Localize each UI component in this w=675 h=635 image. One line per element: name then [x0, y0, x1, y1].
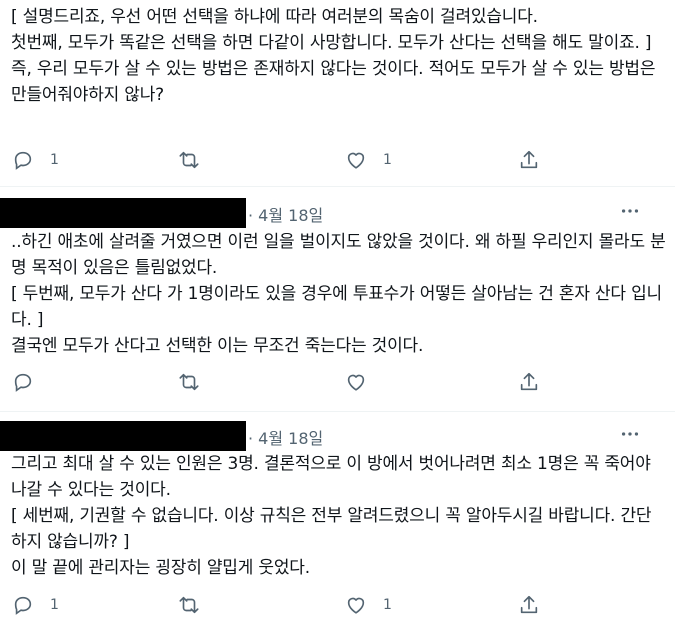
like-button[interactable]	[345, 369, 383, 395]
redacted-author	[0, 198, 246, 228]
tweet-actions: 1 1	[0, 147, 675, 173]
share-icon	[520, 595, 538, 614]
tweet-date[interactable]: · 4월 18일	[248, 202, 323, 226]
retweet-icon	[179, 596, 199, 614]
reply-button[interactable]: 1	[12, 592, 59, 618]
tweet-text: ..하긴 애초에 살려줄 거였으면 이런 일을 벌이지도 않았을 것이다. 왜 …	[11, 232, 666, 356]
tweet-header: · 4월 18일	[0, 198, 675, 228]
like-icon	[347, 374, 365, 391]
divider	[0, 411, 675, 412]
tweet-text: [ 설명드리죠, 우선 어떤 선택을 하냐에 따라 여러분의 목숨이 걸려있습니…	[11, 7, 656, 105]
retweet-icon	[179, 373, 199, 391]
reply-icon	[14, 151, 32, 170]
share-icon	[520, 372, 538, 391]
more-icon[interactable]	[619, 423, 641, 445]
tweet-actions: 1 1	[0, 592, 675, 618]
like-count: 1	[383, 152, 392, 168]
tweet-header: · 4월 18일	[0, 421, 675, 451]
redacted-author	[0, 421, 246, 451]
tweet-1[interactable]: [ 설명드리죠, 우선 어떤 선택을 하냐에 따라 여러분의 목숨이 걸려있습니…	[0, 0, 675, 186]
share-button[interactable]	[518, 592, 540, 618]
tweet-date[interactable]: · 4월 18일	[248, 425, 323, 449]
retweet-icon	[179, 151, 199, 169]
like-icon	[347, 597, 365, 614]
retweet-button[interactable]	[178, 592, 200, 618]
retweet-button[interactable]	[178, 369, 200, 395]
like-icon	[347, 152, 365, 169]
retweet-button[interactable]	[178, 147, 200, 173]
like-button[interactable]: 1	[345, 592, 392, 618]
tweet-2[interactable]: · 4월 18일 ..하긴 애초에 살려줄 거였으면 이런 일을 벌이지도 않았…	[0, 196, 675, 411]
more-icon[interactable]	[619, 200, 641, 222]
tweet-actions	[0, 369, 675, 395]
like-button[interactable]: 1	[345, 147, 392, 173]
share-icon	[520, 150, 538, 169]
tweet-text: 그리고 최대 살 수 있는 인원은 3명. 결론적으로 이 방에서 벗어나려면 …	[11, 454, 652, 578]
share-button[interactable]	[518, 369, 540, 395]
share-button[interactable]	[518, 147, 540, 173]
tweet-3[interactable]: · 4월 18일 그리고 최대 살 수 있는 인원은 3명. 결론적으로 이 방…	[0, 421, 675, 635]
reply-icon	[14, 373, 32, 392]
reply-count: 1	[50, 152, 59, 168]
reply-button[interactable]: 1	[12, 147, 59, 173]
reply-button[interactable]	[12, 369, 50, 395]
divider	[0, 186, 675, 187]
reply-count: 1	[50, 597, 59, 613]
like-count: 1	[383, 597, 392, 613]
reply-icon	[14, 596, 32, 615]
